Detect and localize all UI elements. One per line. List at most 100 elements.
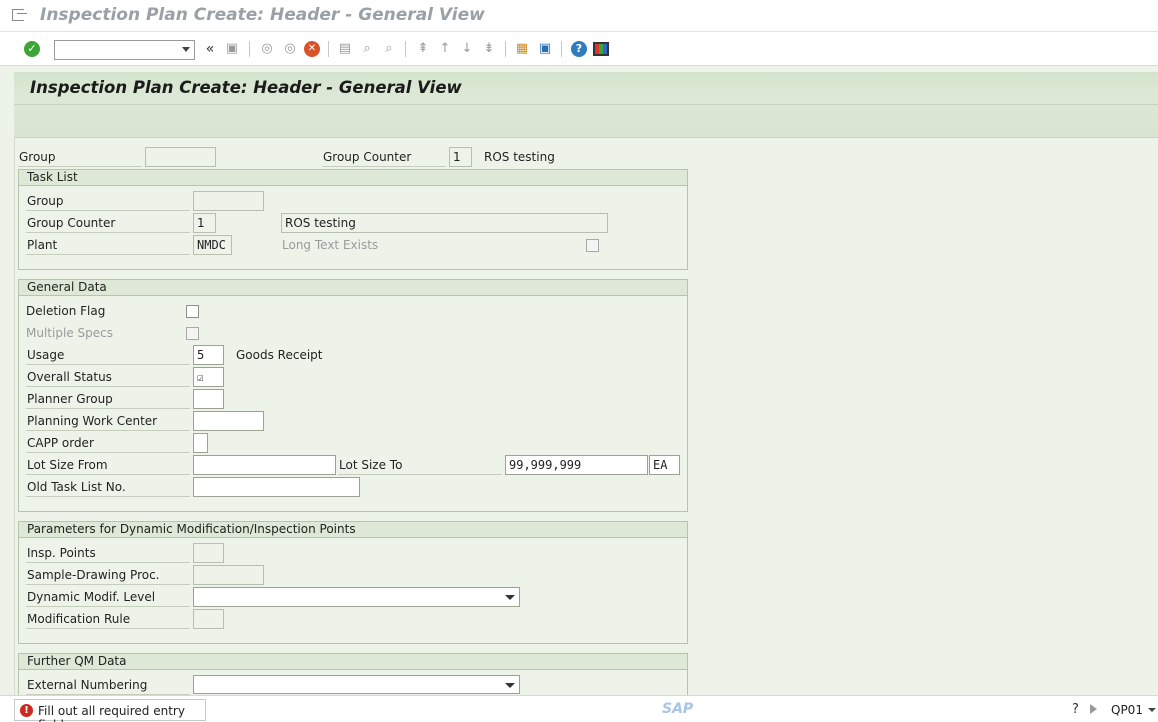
further-qm-title: Further QM Data bbox=[19, 654, 687, 670]
chevron-down-icon[interactable] bbox=[182, 47, 190, 52]
chevron-down-icon[interactable] bbox=[505, 683, 515, 688]
dynamic-modification-title: Parameters for Dynamic Modification/Insp… bbox=[19, 522, 687, 538]
customize-layout-button[interactable] bbox=[593, 41, 609, 57]
status-bar: ! Fill out all required entry fields SAP… bbox=[0, 695, 1158, 722]
transaction-code: QP01 bbox=[1111, 703, 1143, 717]
label-underline bbox=[26, 606, 190, 607]
back-icon[interactable]: ◎ bbox=[259, 41, 275, 57]
toolbar-separator bbox=[505, 41, 506, 57]
cancel-icon: ✕ bbox=[304, 41, 320, 57]
help-button[interactable]: ? bbox=[571, 41, 587, 57]
plant-field[interactable]: NMDC bbox=[193, 235, 232, 255]
usage-field[interactable]: 5 bbox=[193, 345, 224, 365]
old-task-list-field[interactable] bbox=[193, 477, 360, 497]
label-underline bbox=[322, 166, 446, 167]
back-double-icon[interactable]: « bbox=[202, 41, 218, 57]
label-underline bbox=[26, 364, 190, 365]
label-underline bbox=[26, 474, 190, 475]
first-page-icon[interactable]: ⇞ bbox=[415, 41, 431, 57]
planning-work-center-field[interactable] bbox=[193, 411, 264, 431]
deletion-flag-label: Deletion Flag bbox=[26, 304, 106, 318]
menu-exit-icon[interactable] bbox=[12, 9, 27, 21]
external-numbering-label: External Numbering bbox=[27, 678, 148, 692]
capp-order-label: CAPP order bbox=[27, 436, 94, 450]
task-list-group-counter-field[interactable]: 1 bbox=[193, 213, 216, 233]
modification-rule-label: Modification Rule bbox=[27, 612, 131, 626]
group-field[interactable] bbox=[145, 147, 216, 167]
previous-page-icon[interactable]: ↑ bbox=[437, 41, 453, 57]
status-message-text: Fill out all required entry fields bbox=[38, 704, 185, 722]
page-header: Inspection Plan Create: Header - General… bbox=[14, 72, 1158, 138]
long-text-exists-checkbox[interactable] bbox=[586, 239, 599, 252]
multiple-specs-checkbox[interactable] bbox=[186, 327, 199, 340]
find-icon[interactable]: ⌕ bbox=[359, 41, 375, 57]
find-next-icon[interactable]: ⌕ bbox=[381, 41, 397, 57]
group-label: Group bbox=[19, 150, 56, 164]
label-underline bbox=[26, 232, 190, 233]
task-list-group-label: Group bbox=[27, 194, 64, 208]
enter-icon: ✓ bbox=[24, 41, 40, 57]
save-icon[interactable]: ▣ bbox=[224, 41, 240, 57]
create-session-icon[interactable]: ▦ bbox=[514, 41, 530, 57]
label-underline bbox=[26, 496, 190, 497]
enter-button[interactable]: ✓ bbox=[24, 41, 40, 57]
window-title: Inspection Plan Create: Header - General… bbox=[40, 5, 485, 25]
label-underline bbox=[26, 408, 190, 409]
group-counter-field[interactable]: 1 bbox=[449, 147, 472, 167]
label-underline bbox=[26, 628, 190, 629]
toolbar-separator bbox=[405, 41, 406, 57]
capp-order-field[interactable] bbox=[193, 433, 208, 453]
shortcut-icon[interactable]: ▣ bbox=[537, 41, 553, 57]
insp-points-field[interactable] bbox=[193, 543, 224, 563]
lot-size-from-field[interactable] bbox=[193, 455, 336, 475]
sample-drawing-label: Sample-Drawing Proc. bbox=[27, 568, 160, 582]
group-counter-label: Group Counter bbox=[323, 150, 412, 164]
chevron-down-icon[interactable] bbox=[505, 595, 515, 600]
deletion-flag-checkbox[interactable] bbox=[186, 305, 199, 318]
multiple-specs-label: Multiple Specs bbox=[26, 326, 113, 340]
general-data-title: General Data bbox=[19, 280, 687, 296]
insp-points-label: Insp. Points bbox=[27, 546, 96, 560]
task-list-group-field[interactable] bbox=[193, 191, 264, 211]
status-expand-icon[interactable] bbox=[1090, 704, 1097, 714]
long-text-exists-label: Long Text Exists bbox=[282, 238, 379, 252]
error-icon: ! bbox=[20, 704, 33, 717]
usage-label: Usage bbox=[27, 348, 65, 362]
dynamic-level-dropdown[interactable] bbox=[193, 587, 520, 607]
external-numbering-dropdown[interactable] bbox=[193, 675, 520, 694]
lot-size-unit-field[interactable]: EA bbox=[649, 455, 680, 475]
page-title: Inspection Plan Create: Header - General… bbox=[30, 78, 462, 97]
planner-group-label: Planner Group bbox=[27, 392, 113, 406]
old-task-list-label: Old Task List No. bbox=[27, 480, 126, 494]
standard-toolbar: ✓ « ▣ ◎ ◎ ✕ ▤ ⌕ ⌕ ⇞ ↑ ↓ ⇟ ▦ ▣ ? bbox=[0, 32, 1158, 66]
last-page-icon[interactable]: ⇟ bbox=[481, 41, 497, 57]
title-bar: Inspection Plan Create: Header - General… bbox=[0, 0, 1158, 32]
chevron-down-icon[interactable] bbox=[1148, 708, 1156, 712]
overall-status-field[interactable]: ☑ bbox=[193, 367, 224, 387]
overall-status-label: Overall Status bbox=[27, 370, 112, 384]
label-underline bbox=[26, 386, 190, 387]
next-page-icon[interactable]: ↓ bbox=[459, 41, 475, 57]
planner-group-field[interactable] bbox=[193, 389, 224, 409]
help-icon: ? bbox=[571, 41, 587, 57]
lot-size-to-field[interactable]: 99,999,999 bbox=[505, 455, 648, 475]
toolbar-separator bbox=[249, 41, 250, 57]
task-list-title: Task List bbox=[19, 170, 687, 186]
cancel-button[interactable]: ✕ bbox=[304, 41, 320, 57]
usage-text: Goods Receipt bbox=[236, 348, 323, 362]
status-help-icon[interactable]: ? bbox=[1072, 702, 1079, 717]
task-list-group-counter-label: Group Counter bbox=[27, 216, 116, 230]
customize-layout-icon bbox=[593, 42, 609, 56]
label-underline bbox=[26, 210, 190, 211]
sample-drawing-field[interactable] bbox=[193, 565, 264, 585]
status-message[interactable]: ! Fill out all required entry fields bbox=[14, 699, 206, 722]
task-list-description-field[interactable]: ROS testing bbox=[281, 213, 608, 233]
command-field[interactable] bbox=[54, 40, 195, 60]
print-icon[interactable]: ▤ bbox=[337, 41, 353, 57]
lot-size-to-label: Lot Size To bbox=[339, 458, 403, 472]
label-underline bbox=[26, 562, 190, 563]
exit-icon[interactable]: ◎ bbox=[282, 41, 298, 57]
toolbar-separator bbox=[561, 41, 562, 57]
planning-work-center-label: Planning Work Center bbox=[27, 414, 158, 428]
modification-rule-field[interactable] bbox=[193, 609, 224, 629]
